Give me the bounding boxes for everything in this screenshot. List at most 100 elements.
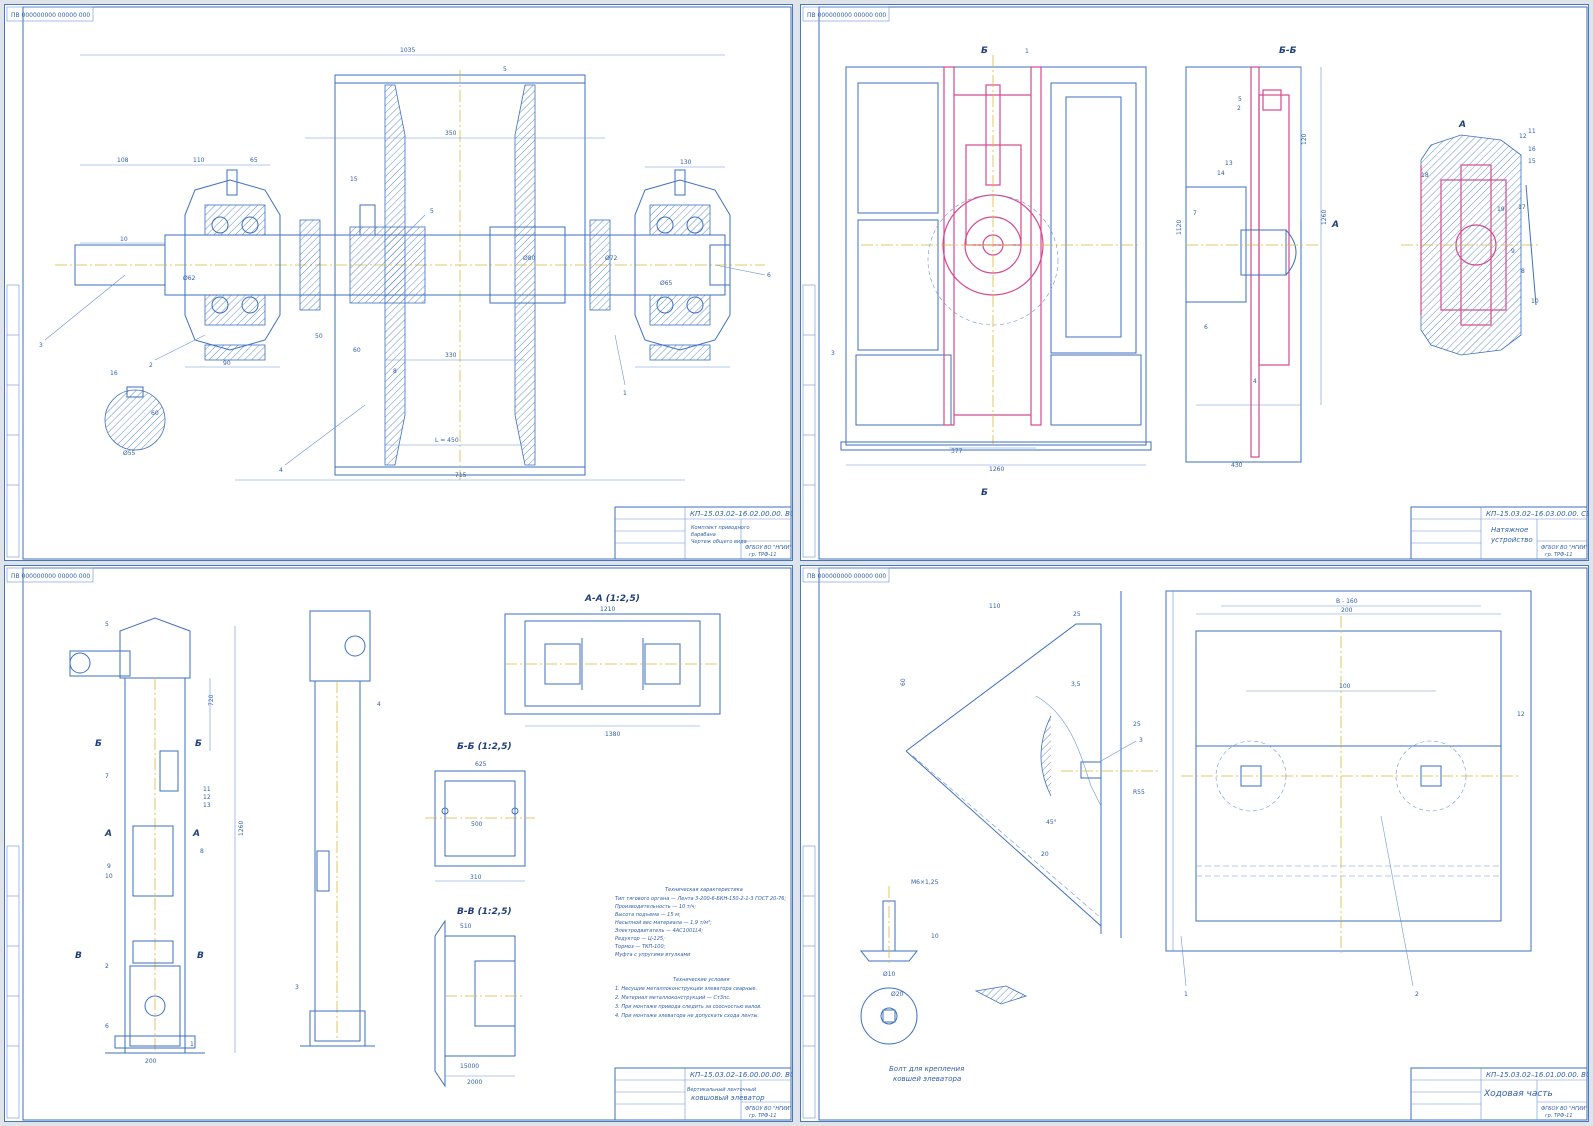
frame-tag: ПВ 000000000 00000 000 [807,12,886,19]
callout-1: 1 [623,390,627,397]
left-margin-stamps [6,284,20,558]
dim-60-key: 60 [151,410,159,417]
dim-d62: Ø62 [183,275,196,282]
tension-device-drawing: ПВ 000000000 00000 000 Б Б 377 1260 Б-Б … [802,6,1588,560]
section-title-vv: В-В (1:2,5) [457,907,512,917]
title-line-1: Комплект приводного [691,525,750,531]
callout-8: 8 [200,848,204,855]
dim-65: 65 [250,157,258,164]
title-line-1: Вертикальный ленточный [687,1087,757,1093]
marker-a-left: А [104,829,112,839]
title-code: КП–15.03.02–16.02.00.00. ВО [690,510,793,518]
callout-8: 8 [1521,268,1525,275]
dim-2000: 720 [208,694,215,706]
callout-2: 2 [1237,105,1241,112]
callout-10: 10 [1531,298,1539,305]
dim-1120: 1120 [1176,220,1183,235]
frame-tag: ПВ 000000000 00000 000 [11,12,90,19]
dim-100: 100 [1339,683,1351,690]
section-marker-b-top: Б [981,46,988,56]
dim-430: 15000 [460,1063,479,1070]
callout-2: 2 [1415,991,1419,998]
sheet-running-gear: ПВ 000000000 00000 000 Болт для креплени… [800,565,1589,1122]
callout-6: 6 [105,1023,109,1030]
callout-4: 4 [1253,378,1257,385]
shaft-key-section [104,386,166,451]
condition-line-1: 1. Несущие металлоконструкции элеватора … [615,986,757,992]
callout-5: 5 [105,621,109,628]
callout-5: 5 [430,208,434,215]
callout-10: 10 [105,873,113,880]
notes-title: Техническая характеристика [665,887,743,893]
dim-715: 715 [455,472,467,479]
section-title-bb: Б-Б [1279,46,1297,56]
dim-m6: M6×1,25 [911,879,939,886]
callout-12: 12 [1519,133,1527,140]
callout-3: 3 [1139,737,1143,744]
callout-1: 1 [1025,48,1029,55]
conditions-title: Технические условия [673,977,730,983]
inner-frame [22,567,792,1121]
dim-d72: Ø72 [605,255,618,262]
dim-15000: 1260 [238,821,245,836]
note-line-5: Электродвигатель — 4АС1001L4; [614,928,703,934]
dim-90: 90 [223,360,231,367]
dim-5: 5 [503,66,507,73]
callout-12: 12 [203,794,211,801]
callout-5: 5 [1238,96,1242,103]
technical-notes: Техническая характеристика Тип тягового … [614,887,786,1019]
left-margin-stamps [802,845,816,1119]
callout-17: 17 [1518,204,1526,211]
callout-2: 2 [149,362,153,369]
frame-tag: ПВ 000000000 00000 000 [807,573,886,580]
title-line-1: Ходовая часть [1483,1089,1553,1099]
marker-a-right: А [192,829,200,839]
note-line-8: Муфта с упругими втулками [615,952,691,958]
drive-drum-drawing: ПВ 000000000 00000 000 1035 108 110 65 1… [6,6,793,560]
dim-15: 15 [350,176,358,183]
drawing-sheet-grid: ПВ 000000000 00000 000 1035 108 110 65 1… [0,0,1593,1126]
condition-line-4: 4. При монтаже элеватора не допускать сх… [615,1013,759,1019]
section-aa-view [504,613,721,727]
group-name: гр. ТРФ-11 [749,1113,777,1119]
bolt-caption-line-1: Болт для крепления [889,1065,964,1073]
dim-500: 500 [471,821,483,828]
group-name: гр. ТРФ-11 [1545,552,1573,558]
dim-160: 510 [460,923,472,930]
callout-6: 6 [1204,324,1208,331]
elevator-front-view [69,617,205,1054]
group-name: гр. ТРФ-11 [749,552,777,558]
dim-350: 350 [445,130,457,137]
dim-d80: Ø80 [523,255,536,262]
title-line-2: ковшовый элеватор [691,1094,765,1102]
dim-d10: Ø10 [883,971,896,978]
title-line-3: Чертеж общего вида [691,539,747,545]
callout-14: 14 [1217,170,1225,177]
section-title-bb: Б-Б (1:2,5) [457,742,512,752]
dim-1035: 1035 [400,47,415,54]
dim-16: 16 [110,370,118,377]
dim-d20: Ø20 [891,991,904,998]
dim-25-right: 25 [1133,721,1141,728]
dim-110: 110 [193,157,205,164]
tension-side-view [1185,66,1322,463]
note-line-2: Производительность — 10 т/ч; [615,904,696,910]
detail-a-view [1401,134,1541,356]
callout-labels: 1 2 3 4 5 6 7 8 9 10 11 12 13 Б Б А А В … [75,621,381,1048]
title-line-2: барабана [691,532,716,538]
note-line-6: Редуктор — Ц-125; [615,936,665,942]
tension-front-view [840,55,1152,451]
callout-13: 13 [203,802,211,809]
callout-19: 19 [1497,206,1505,213]
dim-625: 625 [475,761,487,768]
note-line-7: Тормоз — ТКП-100; [615,944,666,950]
dim-50: 50 [315,333,323,340]
dim-1260-side: 1260 [1321,210,1328,225]
callout-13: 13 [1225,160,1233,167]
left-margin-stamps [802,284,816,558]
dim-25-top: 25 [1073,611,1081,618]
running-gear-drawing: ПВ 000000000 00000 000 Болт для креплени… [802,567,1588,1121]
sheet-drive-drum: ПВ 000000000 00000 000 1035 108 110 65 1… [4,4,793,561]
note-line-3: Высота подъема — 15 м; [615,912,681,918]
condition-line-3: 3. При монтаже привода следить за соосно… [615,1004,762,1010]
